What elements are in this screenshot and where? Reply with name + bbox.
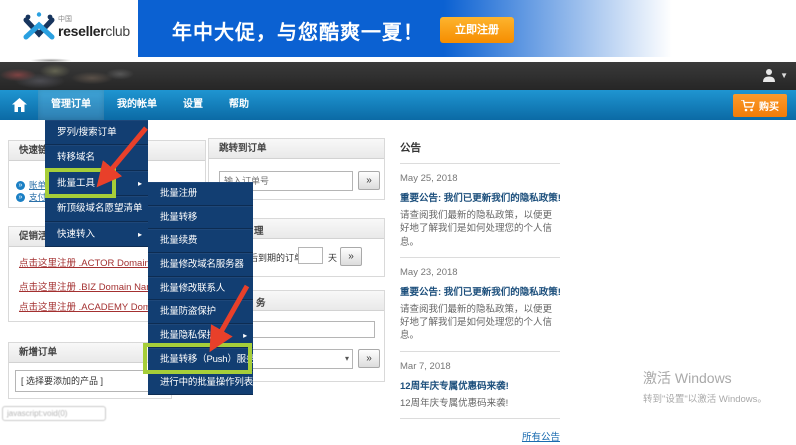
tab-settings[interactable]: 设置 [170,90,216,120]
logo-word-reseller: reseller [58,23,105,39]
announcements-section: 公告 May 25, 2018 重要公告: 我们已更新我们的隐私政策! 请查阅我… [400,140,560,445]
redaction-smudge [30,58,100,63]
announcement-entry: May 25, 2018 重要公告: 我们已更新我们的隐私政策! 请查阅我们最新… [400,173,560,249]
quick-link-pay[interactable]: 支付 [29,191,46,203]
divider [400,418,560,419]
menu-item-new-tld-wishlist[interactable]: 新顶级域名愿望清单 [45,196,148,221]
renewal-title-fragment: 理 [254,223,264,237]
bulk-tools-submenu: 批量注册 批量转移 批量续费 批量修改域名服务器 批量修改联系人 批量防盗保护 … [148,182,253,395]
resellerclub-dashboard: { "banner": { "logo_cn": "中国", "brand_bo… [0,0,796,427]
renewal-label-fragment: 后到期的订单 [249,251,303,264]
status-bar-link-preview: javascript:void(0) [2,406,106,421]
announcement-body: 12周年庆专属优惠码来袭! [400,397,560,410]
logo-word-club: club [105,23,129,39]
manage-orders-dropdown: 罗列/搜索订单 转移域名 批量工具 新顶级域名愿望清单 快速转入 [45,120,148,247]
menu-item-bulk-tools[interactable]: 批量工具 [45,171,148,196]
submenu-item-bulk-push-service[interactable]: 批量转移（Push）服务 [148,348,253,372]
home-icon [12,98,27,112]
submenu-item-bulk-modify-nameservers[interactable]: 批量修改域名服务器 [148,253,253,277]
quick-link-row: » 账单 [16,179,46,191]
tab-my-billing[interactable]: 我的帐单 [104,90,170,120]
tab-manage-orders[interactable]: 管理订单 [38,90,104,120]
account-bar: ▼ [0,62,796,90]
announcement-body: 请查阅我们最新的隐私政策，以便更好地了解我们是如何处理您的个人信息。 [400,303,560,343]
all-announcements-link[interactable]: 所有公告 [522,432,560,443]
announcement-link[interactable]: 重要公告: 我们已更新我们的隐私政策! [400,190,560,204]
quick-link-billing[interactable]: 账单 [29,179,46,191]
service-title-fragment: 务 [256,295,266,309]
renewal-go-button[interactable]: » [340,247,362,266]
watermark-line2: 转到"设置"以激活 Windows。 [643,391,767,405]
submenu-item-bulk-transfer[interactable]: 批量转移 [148,206,253,230]
days-unit-label: 天 [328,251,337,264]
announcement-entry: Mar 7, 2018 12周年庆专属优惠码来袭! 12周年庆专属优惠码来袭! [400,361,560,410]
quick-link-row: » 支付 [16,191,46,203]
watermark-line1: 激活 Windows [643,368,767,388]
submenu-item-bulk-privacy-protection[interactable]: 批量隐私保护 [148,324,253,348]
new-order-title: 新增订单 [9,343,171,363]
resellerclub-logo-icon [22,10,56,44]
promo-headline: 年中大促，与您酷爽一夏！ [172,16,424,45]
tab-help[interactable]: 帮助 [216,90,262,120]
announcement-link[interactable]: 12周年庆专属优惠码来袭! [400,378,560,392]
all-announcements-row: 所有公告 [400,427,560,445]
submenu-item-bulk-theft-protection[interactable]: 批量防盗保护 [148,300,253,324]
user-menu[interactable]: ▼ [761,67,788,83]
submenu-item-bulk-register[interactable]: 批量注册 [148,182,253,206]
redacted-account-scribble [0,62,140,90]
chevron-down-icon: ▼ [780,71,788,80]
service-go-button[interactable]: » [358,349,380,368]
announcement-date: May 23, 2018 [400,267,560,278]
cart-icon [741,100,755,112]
announcement-body: 请查阅我们最新的隐私政策，以便更好地了解我们是如何处理您的个人信息。 [400,209,560,249]
register-now-button[interactable]: 立即注册 [440,17,514,43]
menu-item-transfer-domain[interactable]: 转移域名 [45,145,148,170]
submenu-item-bulk-renew[interactable]: 批量续费 [148,229,253,253]
announcement-date: May 25, 2018 [400,173,560,184]
main-navbar: 管理订单 我的帐单 设置 帮助 购买 [0,90,796,120]
announcement-date: Mar 7, 2018 [400,361,560,372]
home-tab[interactable] [0,90,38,120]
buy-button[interactable]: 购买 [733,94,787,117]
days-input[interactable] [298,247,323,264]
submenu-item-bulk-operations-list[interactable]: 进行中的批量操作列表 [148,371,253,395]
announcement-link[interactable]: 重要公告: 我们已更新我们的隐私政策! [400,284,560,298]
jump-go-button[interactable]: » [358,171,380,190]
jump-to-order-title: 跳转到订单 [209,139,384,159]
announcement-entry: May 23, 2018 重要公告: 我们已更新我们的隐私政策! 请查阅我们最新… [400,267,560,343]
menu-item-quick-transfer-in[interactable]: 快速转入 [45,222,148,247]
promo-link-biz[interactable]: 点击这里注册 .BIZ Domain Names [19,279,164,293]
bullet-arrow-icon: » [16,181,25,190]
buy-button-label: 购买 [759,98,779,113]
bullet-arrow-icon: » [16,193,25,202]
logo-wordmark: resellerclub [58,23,130,39]
resellerclub-logo: 中国 resellerclub [22,10,142,50]
user-icon [761,67,777,83]
announcements-title: 公告 [400,140,560,155]
promo-banner: 中国 resellerclub 年中大促，与您酷爽一夏！ 立即注册 [0,0,796,57]
divider [400,163,560,164]
menu-item-list-search-orders[interactable]: 罗列/搜索订单 [45,120,148,145]
divider [400,257,560,258]
submenu-item-bulk-modify-contacts[interactable]: 批量修改联系人 [148,277,253,301]
divider [400,351,560,352]
product-select[interactable]: [ 选择要添加的产品 ] [15,370,165,392]
windows-activation-watermark: 激活 Windows 转到"设置"以激活 Windows。 [643,368,767,405]
